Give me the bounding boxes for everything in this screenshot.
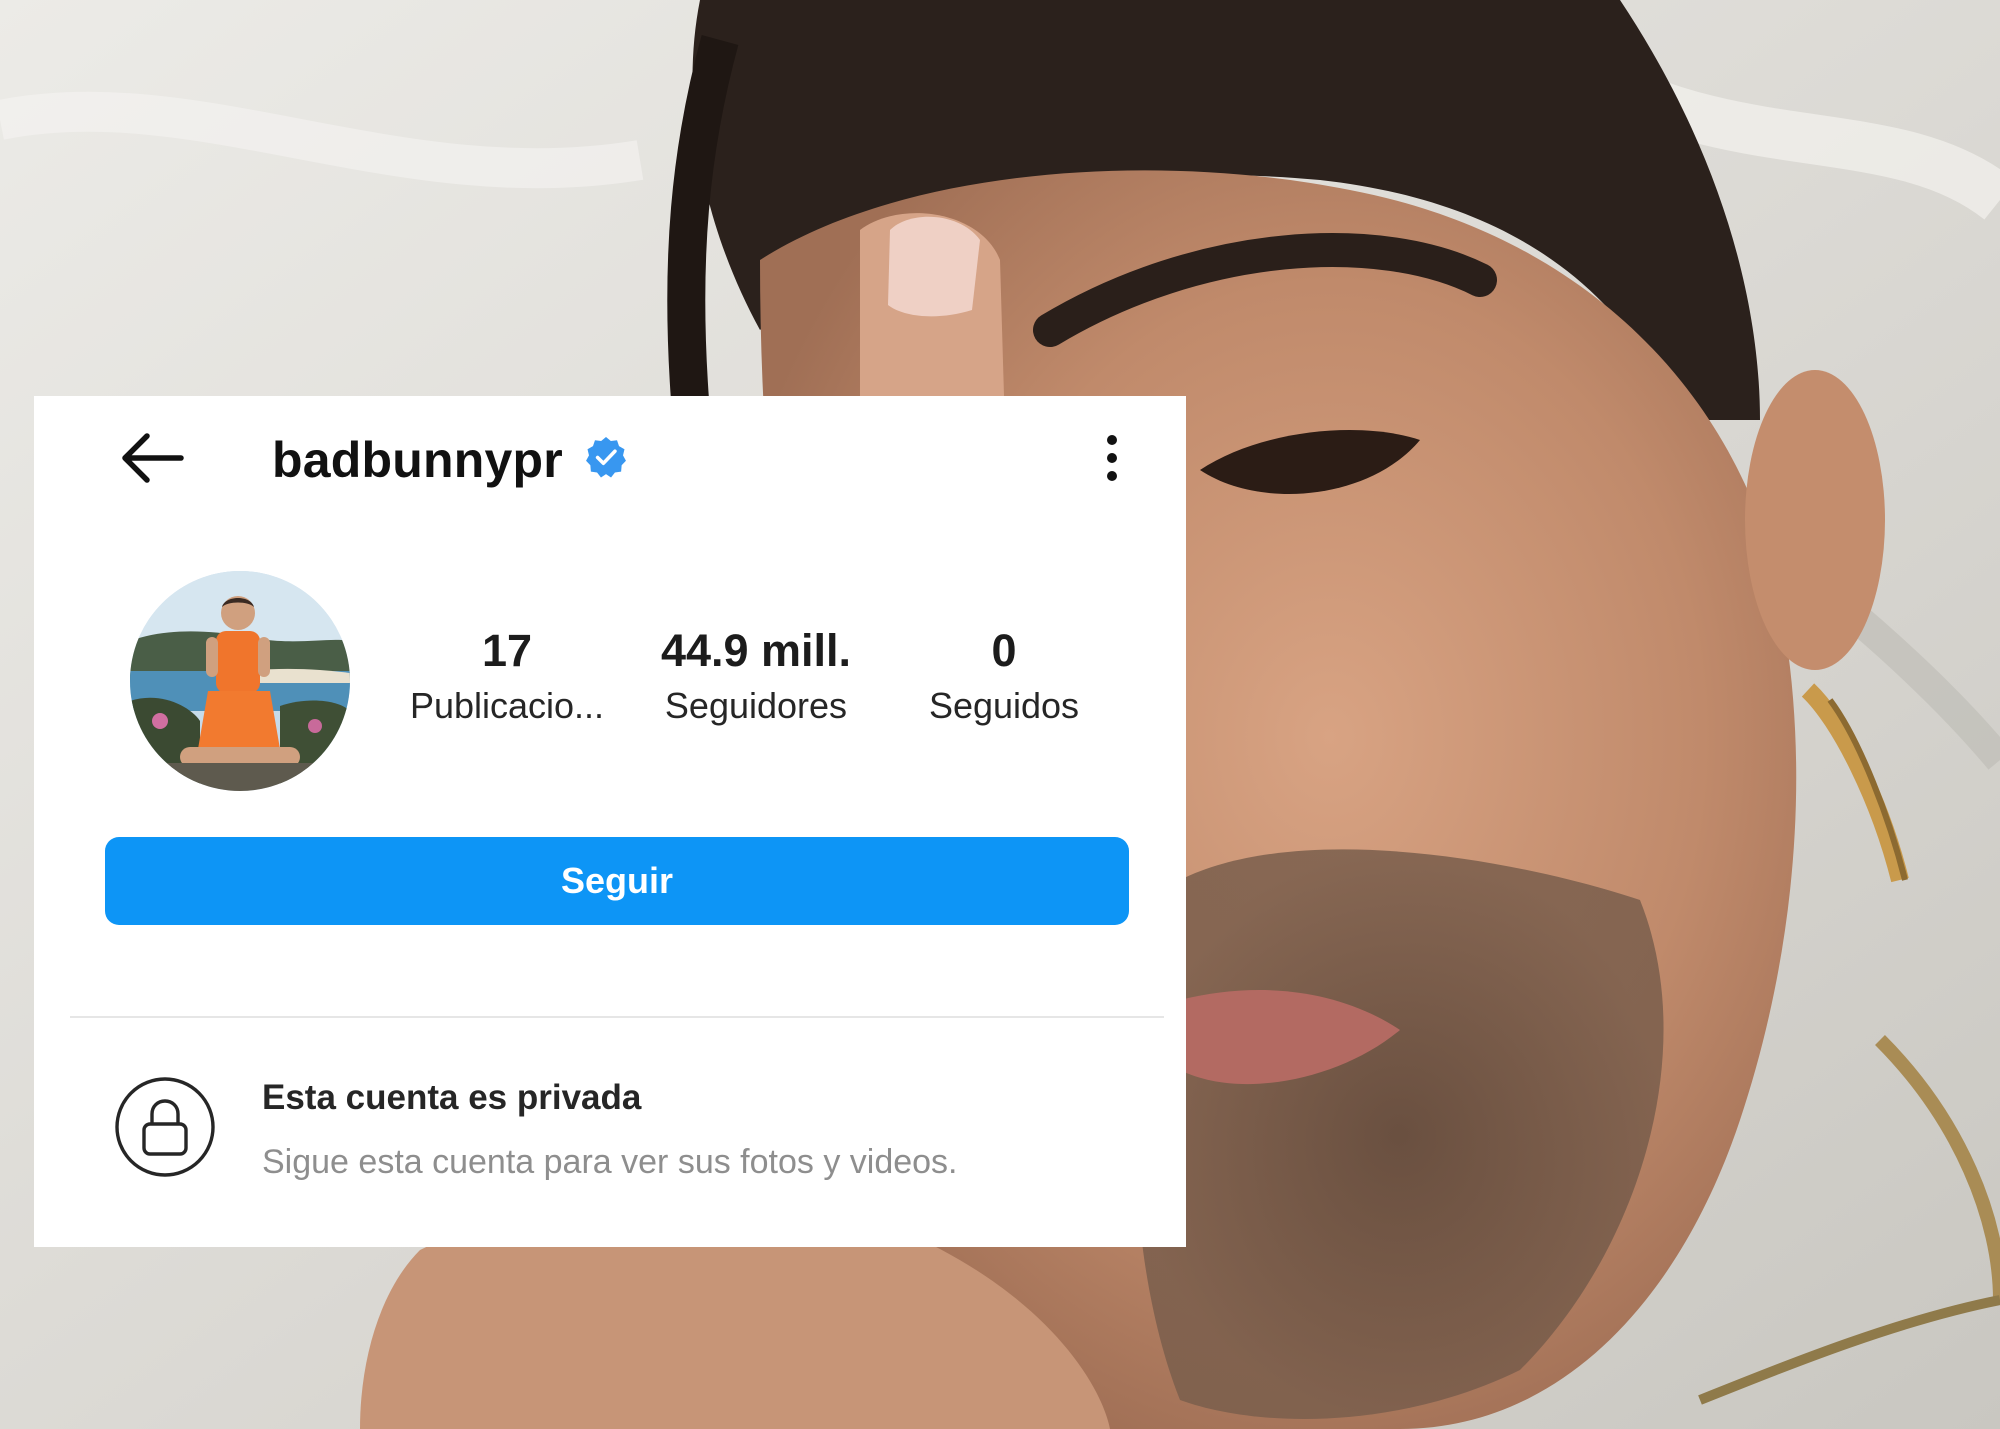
more-options-button[interactable] bbox=[1074, 426, 1150, 490]
posts-count: 17 bbox=[481, 625, 533, 676]
back-button[interactable] bbox=[112, 426, 192, 490]
section-divider bbox=[70, 1016, 1164, 1018]
lock-icon bbox=[115, 1077, 215, 1177]
follow-button[interactable]: Seguir bbox=[105, 837, 1129, 925]
following-count: 0 bbox=[991, 625, 1017, 676]
profile-header: badbunnypr bbox=[34, 396, 1186, 521]
profile-card: badbunnypr 17 Publicacio... 44.9 mill. S… bbox=[34, 396, 1186, 1247]
stat-posts[interactable]: 17 Publicacio... bbox=[402, 624, 612, 728]
followers-label: Seguidores bbox=[664, 685, 848, 726]
following-label: Seguidos bbox=[928, 685, 1080, 726]
verified-badge-icon bbox=[586, 437, 626, 478]
followers-count: 44.9 mill. bbox=[660, 625, 852, 676]
stat-following[interactable]: 0 Seguidos bbox=[904, 624, 1104, 728]
profile-avatar[interactable] bbox=[130, 571, 350, 791]
stat-followers[interactable]: 44.9 mill. Seguidores bbox=[644, 624, 868, 728]
private-account-description: Sigue esta cuenta para ver sus fotos y v… bbox=[262, 1143, 958, 1181]
profile-username: badbunnypr bbox=[272, 432, 563, 488]
private-account-title: Esta cuenta es privada bbox=[262, 1078, 642, 1117]
arrow-left-icon bbox=[122, 433, 184, 483]
posts-label: Publicacio... bbox=[409, 685, 605, 726]
more-vertical-icon bbox=[1107, 435, 1117, 481]
